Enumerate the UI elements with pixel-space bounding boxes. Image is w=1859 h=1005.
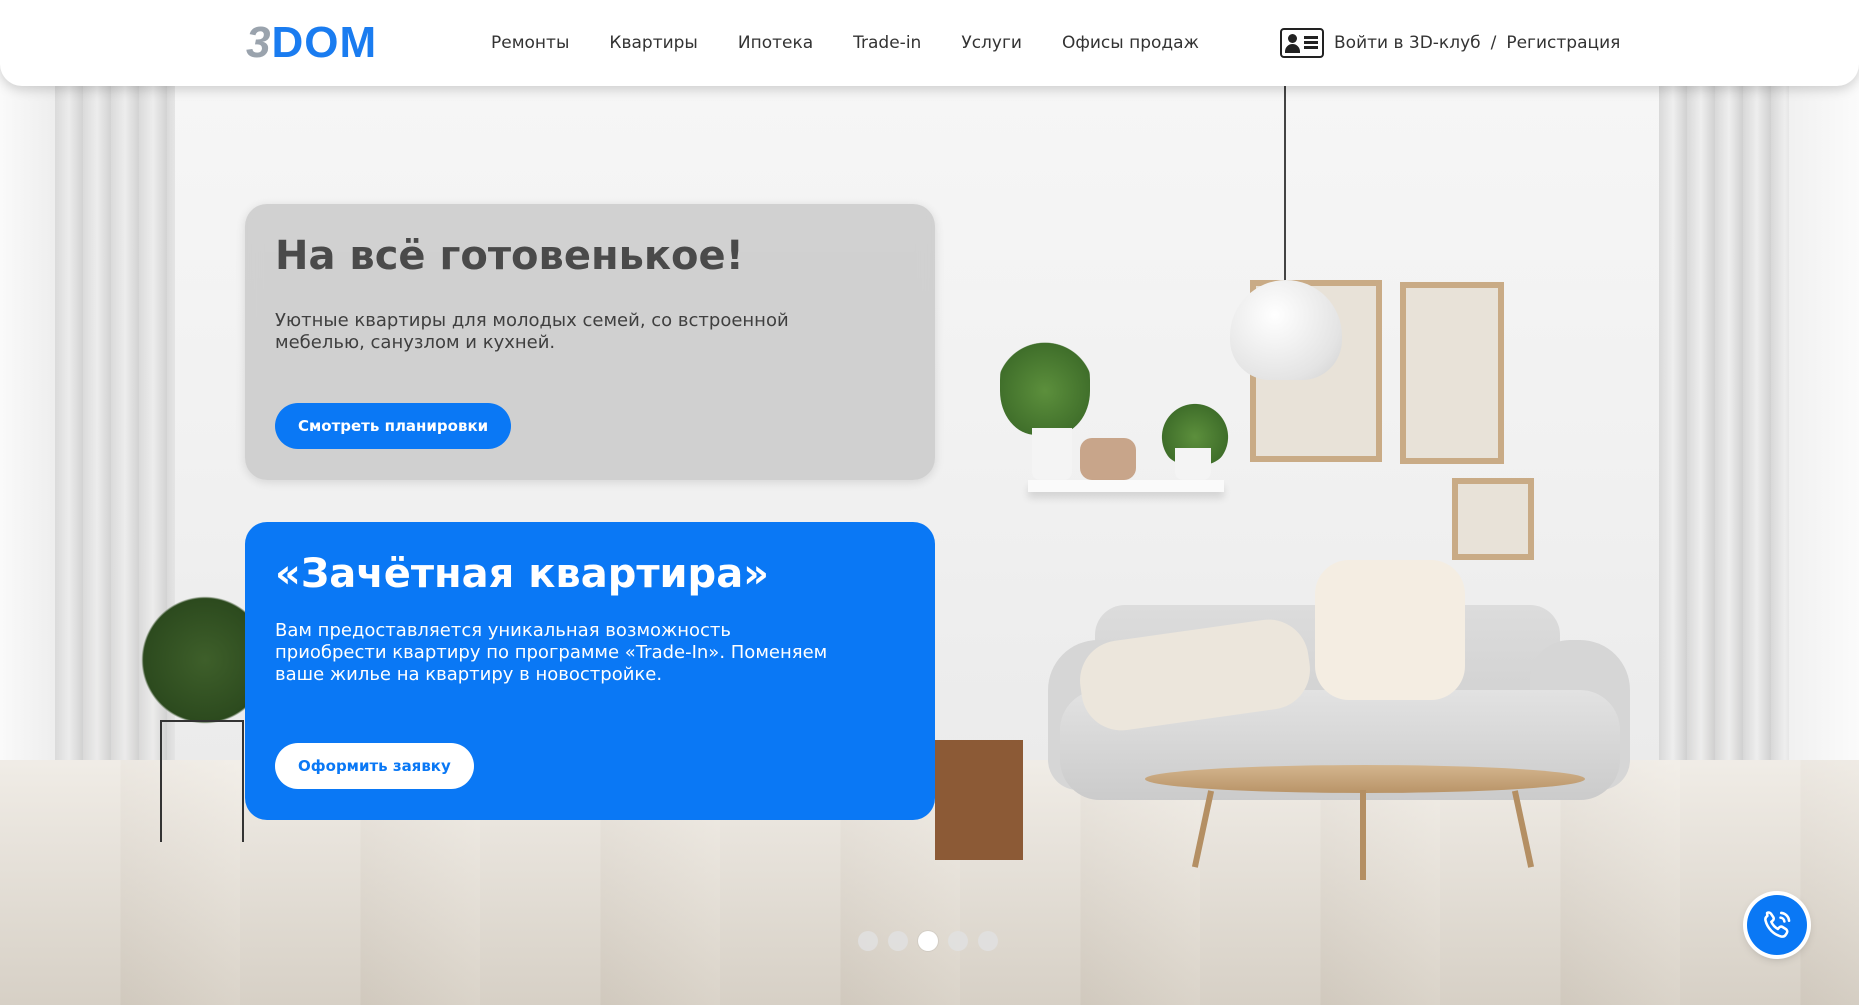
nav-item-sales-offices[interactable]: Офисы продаж	[1062, 33, 1199, 53]
logo-text: DOM	[271, 18, 378, 67]
logo-mark: 3	[246, 18, 272, 67]
table-leg	[1360, 790, 1366, 880]
nav-item-repairs[interactable]: Ремонты	[491, 33, 569, 53]
logo[interactable]: 3 DOM	[246, 18, 378, 67]
promo-card-title: На всё готовенькое!	[275, 233, 744, 279]
promo-card-trade-in: «Зачётная квартира» Вам предоставляется …	[245, 522, 935, 820]
wall-shelf	[1028, 480, 1224, 492]
shelf-plant	[1000, 325, 1090, 435]
login-link[interactable]: Войти в 3D-клуб	[1334, 33, 1481, 53]
plant-pot	[1175, 448, 1211, 480]
coffee-table	[1145, 765, 1585, 793]
slider-dot-3[interactable]	[918, 931, 938, 951]
pendant-lamp	[1230, 280, 1342, 380]
plant-stand	[160, 720, 244, 842]
nav-item-services[interactable]: Услуги	[961, 33, 1022, 53]
nav-item-mortgage[interactable]: Ипотека	[738, 33, 813, 53]
slider-dot-2[interactable]	[888, 931, 908, 951]
promo-card-text: Вам предоставляется уникальная возможнос…	[275, 620, 828, 685]
slider-dot-1[interactable]	[858, 931, 878, 951]
pillow	[1315, 560, 1465, 700]
id-card-icon[interactable]	[1280, 28, 1324, 58]
nav-item-apartments[interactable]: Квартиры	[609, 33, 697, 53]
promo-card-ready: На всё готовенькое! Уютные квартиры для …	[245, 204, 935, 480]
view-layouts-button[interactable]: Смотреть планировки	[275, 403, 512, 449]
call-button[interactable]	[1747, 895, 1807, 955]
auth-block: Войти в 3D-клуб / Регистрация	[1280, 0, 1620, 86]
side-table	[935, 740, 1023, 860]
lamp-cord	[1284, 85, 1286, 290]
site-header: 3 DOM Ремонты Квартиры Ипотека Trade-in …	[0, 0, 1859, 86]
slider-dot-4[interactable]	[948, 931, 968, 951]
promo-card-text: Уютные квартиры для молодых семей, со вс…	[275, 310, 789, 353]
main-nav: Ремонты Квартиры Ипотека Trade-in Услуги…	[491, 0, 1239, 86]
plant-pot	[1032, 428, 1072, 480]
nav-item-trade-in[interactable]: Trade-in	[853, 33, 921, 53]
register-link[interactable]: Регистрация	[1506, 33, 1620, 53]
auth-separator: /	[1490, 33, 1497, 53]
phone-icon	[1764, 911, 1791, 938]
wall-frame	[1452, 478, 1534, 560]
slider-pagination	[858, 931, 998, 951]
promo-card-title: «Зачётная квартира»	[275, 551, 770, 597]
vase	[1080, 438, 1136, 480]
submit-request-button[interactable]: Оформить заявку	[275, 743, 474, 789]
slider-dot-5[interactable]	[978, 931, 998, 951]
wall-frame	[1400, 282, 1504, 464]
hero-background-image	[0, 0, 1859, 1005]
